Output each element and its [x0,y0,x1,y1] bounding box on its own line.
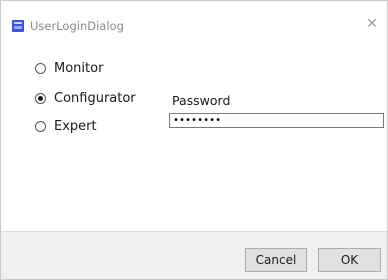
dialog-footer: Cancel OK [1,231,387,279]
title-bar[interactable]: UserLoginDialog ✕ [1,1,387,41]
radio-configurator[interactable]: Configurator [35,89,136,107]
radio-label-expert: Expert [54,118,97,134]
user-login-dialog: UserLoginDialog ✕ Monitor Configurator E… [0,0,388,280]
radio-button-icon[interactable] [35,62,46,74]
window-title: UserLoginDialog [30,19,124,33]
radio-button-selected-icon[interactable] [35,92,46,104]
close-icon[interactable]: ✕ [363,15,381,33]
radio-button-icon[interactable] [35,120,46,132]
cancel-button[interactable]: Cancel [245,248,307,272]
radio-expert[interactable]: Expert [35,117,97,135]
radio-label-configurator: Configurator [54,90,136,106]
radio-label-monitor: Monitor [54,60,104,76]
app-icon [12,20,24,32]
password-label: Password [172,93,231,108]
radio-monitor[interactable]: Monitor [35,59,103,77]
ok-button[interactable]: OK [318,248,381,272]
dialog-body: Monitor Configurator Expert Password •••… [1,41,387,231]
password-field[interactable]: •••••••• [169,113,384,128]
